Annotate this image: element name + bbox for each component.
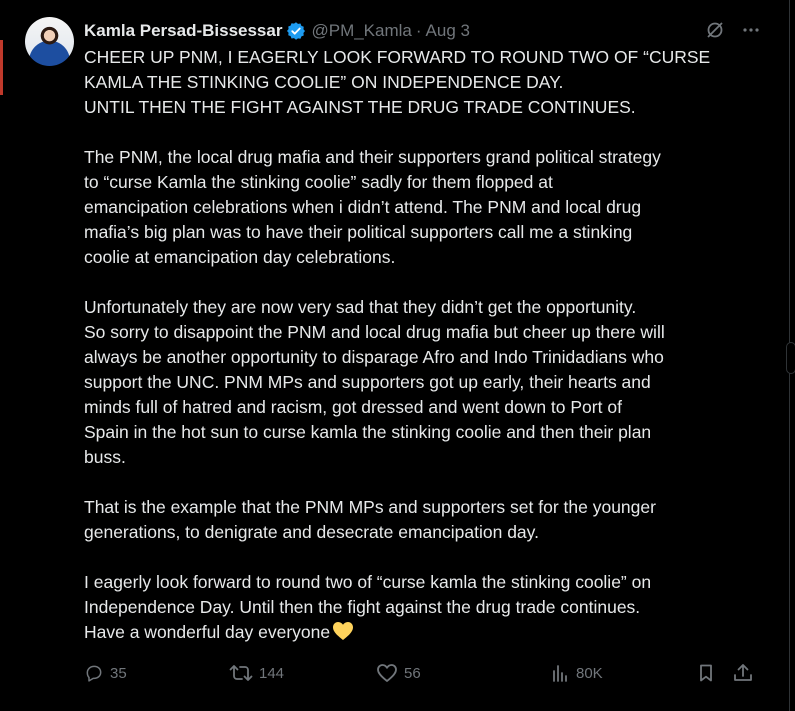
paragraph-2: The PNM, the local drug mafia and their …	[84, 147, 661, 267]
top-actions	[705, 20, 761, 40]
tweet-header: Kamla Persad-Bissessar @PM_Kamla · Aug 3	[84, 19, 774, 43]
views-count: 80K	[576, 664, 603, 682]
left-edge	[0, 0, 8, 711]
like-count: 56	[404, 664, 421, 682]
paragraph-1: CHEER UP PNM, I EAGERLY LOOK FORWARD TO …	[84, 47, 711, 117]
bookmark-button[interactable]	[696, 660, 716, 686]
scroll-notch[interactable]	[786, 342, 795, 374]
share-icon	[732, 663, 754, 683]
tweet[interactable]: Kamla Persad-Bissessar @PM_Kamla · Aug 3…	[25, 0, 785, 711]
views-button[interactable]: 80K	[550, 660, 603, 686]
paragraph-4: That is the example that the PNM MPs and…	[84, 497, 656, 542]
like-icon	[376, 663, 398, 683]
timestamp[interactable]: Aug 3	[426, 21, 470, 41]
right-scroll-rail	[786, 0, 795, 711]
paragraph-3: Unfortunately they are now very sad that…	[84, 297, 665, 467]
bookmark-icon	[696, 663, 716, 683]
repost-button[interactable]: 144	[229, 660, 284, 686]
tweet-text: CHEER UP PNM, I EAGERLY LOOK FORWARD TO …	[84, 45, 744, 648]
more-options-icon[interactable]	[741, 20, 761, 40]
like-button[interactable]: 56	[376, 660, 421, 686]
reply-button[interactable]: 35	[84, 660, 127, 686]
repost-icon	[229, 663, 253, 683]
repost-count: 144	[259, 664, 285, 682]
views-icon	[550, 663, 570, 683]
action-bar: 35 144 56 80K	[84, 660, 764, 686]
left-accent	[0, 40, 3, 95]
reply-count: 35	[110, 664, 127, 682]
share-button[interactable]	[732, 660, 754, 686]
yellow-heart-icon	[332, 621, 354, 648]
paragraph-5-wrap: I eagerly look forward to round two of “…	[84, 570, 744, 648]
separator-dot: ·	[415, 21, 422, 40]
reply-icon	[84, 663, 104, 683]
verified-badge-icon	[286, 21, 306, 41]
author-name[interactable]: Kamla Persad-Bissessar	[84, 21, 282, 41]
author-handle[interactable]: @PM_Kamla	[311, 21, 411, 41]
avatar[interactable]	[25, 17, 74, 66]
paragraph-5: I eagerly look forward to round two of “…	[84, 572, 652, 642]
grok-icon[interactable]	[705, 20, 725, 40]
